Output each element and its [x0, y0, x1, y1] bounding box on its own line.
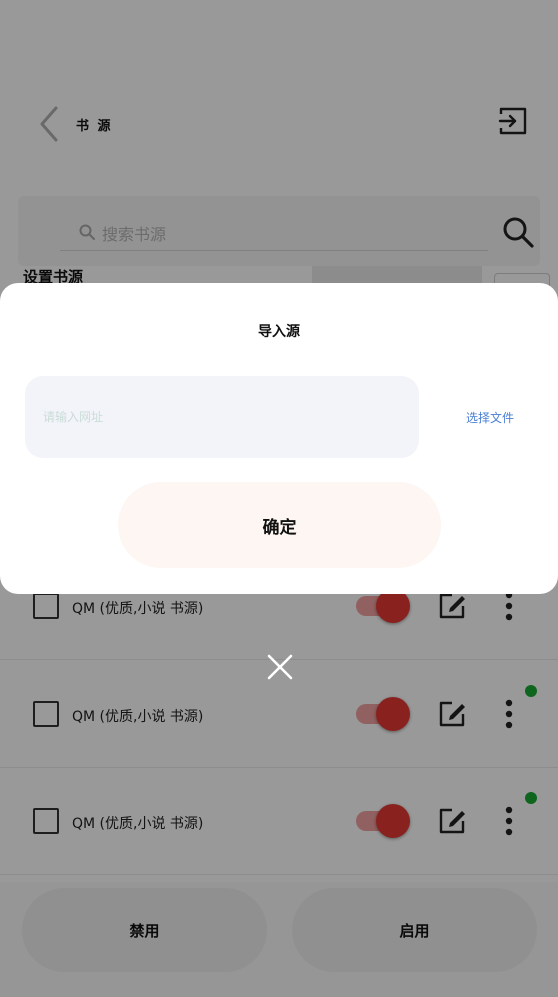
import-source-dialog: 导入源 选择文件 确定: [0, 283, 558, 594]
choose-file-link[interactable]: 选择文件: [440, 409, 540, 426]
close-icon[interactable]: [264, 651, 296, 683]
dialog-title: 导入源: [258, 324, 300, 340]
confirm-button[interactable]: 确定: [118, 482, 441, 568]
url-input[interactable]: [25, 376, 419, 458]
